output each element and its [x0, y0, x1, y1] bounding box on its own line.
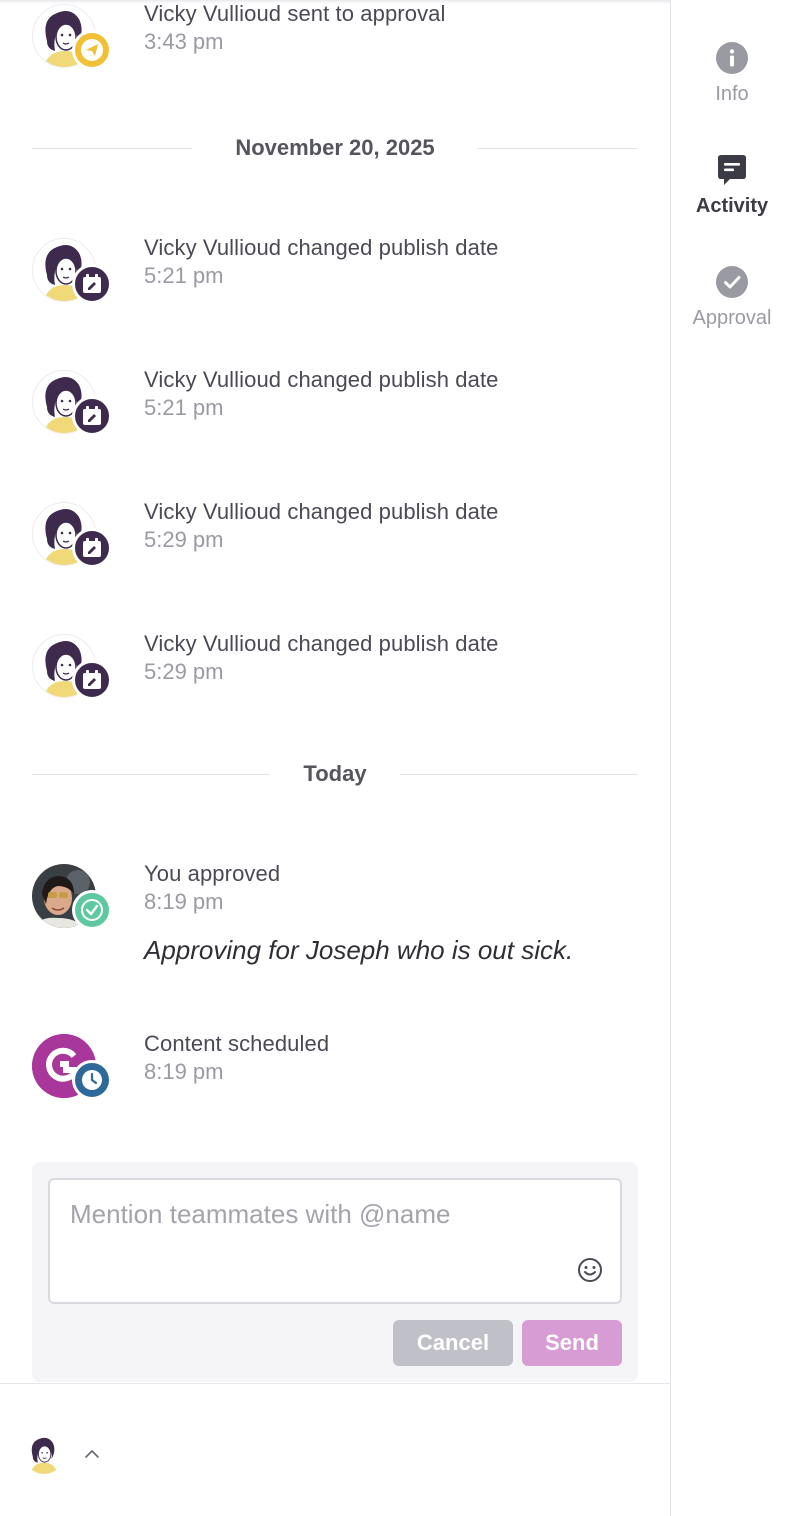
check-circle-icon	[716, 266, 748, 298]
calendar-edit-icon	[72, 528, 112, 568]
chat-icon	[716, 154, 748, 186]
tab-info[interactable]: Info	[671, 42, 792, 132]
calendar-edit-icon	[72, 264, 112, 304]
avatar-group	[32, 366, 114, 438]
activity-time: 5:21 pm	[144, 263, 224, 288]
activity-title: Content scheduled	[144, 1031, 330, 1056]
cancel-button[interactable]: Cancel	[393, 1320, 513, 1366]
activity-time: 8:19 pm	[144, 889, 224, 914]
activity-time: 5:21 pm	[144, 395, 224, 420]
avatar-group	[32, 0, 114, 72]
divider-label: Today	[303, 761, 367, 786]
emoji-icon[interactable]	[576, 1256, 604, 1284]
activity-title: Vicky Vullioud changed publish date	[144, 499, 499, 524]
activity-item: Vicky Vullioud changed publish date 5:21…	[32, 234, 642, 314]
send-icon	[72, 30, 112, 70]
tab-activity[interactable]: Activity	[671, 154, 792, 244]
tab-label: Activity	[695, 195, 769, 217]
clock-icon	[72, 1060, 112, 1100]
avatar-group	[32, 498, 114, 570]
activity-item: Vicky Vullioud changed publish date 5:29…	[32, 498, 642, 578]
tab-label: Info	[715, 83, 749, 105]
activity-title: Vicky Vullioud changed publish date	[144, 367, 499, 392]
activity-time: 3:43 pm	[144, 29, 224, 54]
activity-title: You approved	[144, 861, 281, 886]
chevron-up-icon[interactable]	[82, 1444, 102, 1464]
approval-comment: Approving for Joseph who is out sick.	[144, 935, 574, 965]
tab-label: Approval	[692, 307, 772, 329]
date-divider: Today	[32, 759, 638, 789]
activity-item: Vicky Vullioud changed publish date 5:21…	[32, 366, 642, 446]
activity-time: 5:29 pm	[144, 527, 224, 552]
activity-panel: Vicky Vullioud sent to approval 3:43 pm …	[0, 0, 670, 1516]
send-button[interactable]: Send	[522, 1320, 622, 1366]
divider-label: November 20, 2025	[235, 135, 435, 160]
activity-title: Vicky Vullioud sent to approval	[144, 1, 446, 26]
tab-approval[interactable]: Approval	[671, 266, 792, 356]
comment-input[interactable]: Mention teammates with @name	[48, 1178, 622, 1304]
date-divider: November 20, 2025	[32, 133, 638, 163]
comment-composer: Mention teammates with @name Cancel Send	[32, 1162, 638, 1382]
activity-time: 8:19 pm	[144, 1059, 224, 1084]
activity-title: Vicky Vullioud changed publish date	[144, 235, 499, 260]
activity-time: 5:29 pm	[144, 659, 224, 684]
activity-item: Vicky Vullioud changed publish date 5:29…	[32, 630, 642, 710]
info-icon	[716, 42, 748, 74]
avatar-group	[32, 1030, 114, 1102]
sidebar: Info Activity Approval	[670, 0, 792, 1516]
check-icon	[72, 890, 112, 930]
avatar-group	[32, 234, 114, 306]
activity-item: You approved 8:19 pm Approving for Josep…	[32, 860, 642, 980]
avatar-group	[32, 860, 114, 932]
comment-placeholder: Mention teammates with @name	[70, 1199, 451, 1229]
footer-user-avatar[interactable]	[24, 1434, 64, 1474]
activity-title: Vicky Vullioud changed publish date	[144, 631, 499, 656]
activity-item: Content scheduled 8:19 pm	[32, 1030, 642, 1110]
activity-item: Vicky Vullioud sent to approval 3:43 pm	[32, 0, 642, 80]
calendar-edit-icon	[72, 660, 112, 700]
footer-divider	[0, 1383, 670, 1384]
calendar-edit-icon	[72, 396, 112, 436]
avatar-group	[32, 630, 114, 702]
